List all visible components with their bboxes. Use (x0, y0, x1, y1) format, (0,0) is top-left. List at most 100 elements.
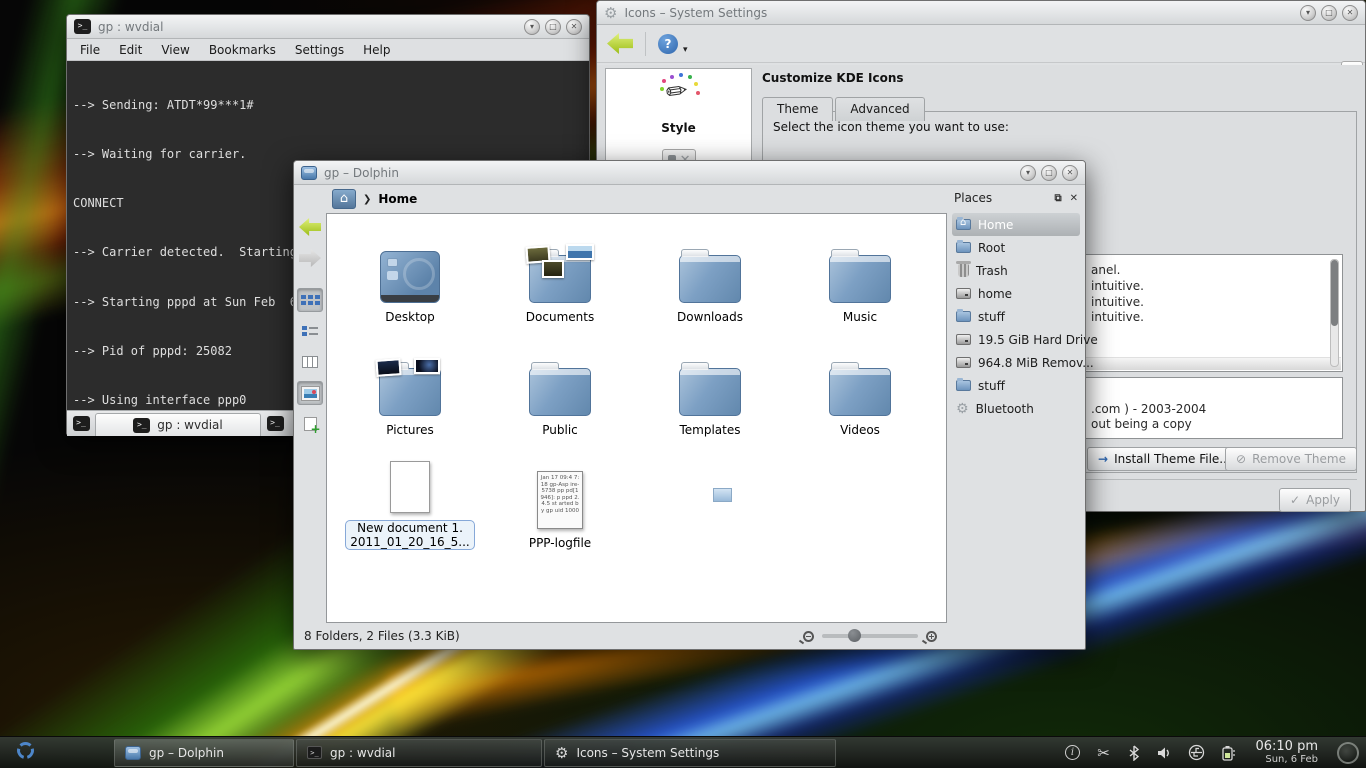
tab-advanced[interactable]: Advanced (835, 97, 924, 121)
split-view-button[interactable] (297, 412, 323, 436)
help-icon[interactable]: ? (658, 34, 678, 54)
theme-list-row[interactable]: anel. (1091, 263, 1121, 277)
file-music[interactable]: Music (785, 222, 935, 328)
folder-icon (829, 368, 891, 416)
folder-home-icon (956, 219, 971, 230)
columns-view-button[interactable] (297, 350, 323, 374)
float-panel-icon[interactable]: ⧉ (1054, 193, 1061, 204)
tab-list-button[interactable]: >_ (261, 411, 289, 436)
file-new-document[interactable]: New document 1. 2011_01_20_16_5... (335, 448, 485, 554)
file-templates[interactable]: Templates (635, 335, 785, 441)
minimize-button[interactable]: ▾ (1020, 165, 1036, 181)
back-arrow-icon[interactable] (607, 33, 633, 54)
file-ppp-logfile[interactable]: Jan 17 09:4 7:18 gp-Asp ire-5738 pp pd[1… (485, 448, 635, 554)
theme-description-line: .com ) - 2003-2004 (1091, 402, 1206, 416)
home-icon[interactable]: ⌂ (332, 189, 356, 209)
file-downloads[interactable]: Downloads (635, 222, 785, 328)
forward-button[interactable] (297, 246, 323, 270)
dolphin-titlebar[interactable]: gp – Dolphin ▾ □ ✕ (294, 161, 1085, 185)
close-button[interactable]: ✕ (1342, 5, 1358, 21)
tab-theme[interactable]: Theme (762, 97, 833, 121)
zoom-slider[interactable] (822, 634, 918, 638)
page-title: Customize KDE Icons (760, 65, 1357, 97)
zoom-slider-handle[interactable] (848, 629, 861, 642)
klipper-scissors-icon[interactable]: ✂ (1094, 744, 1112, 762)
scrollbar-thumb[interactable] (1331, 260, 1338, 326)
place-home[interactable]: Home (952, 213, 1080, 236)
folder-icon (956, 242, 971, 253)
place-root[interactable]: Root (952, 236, 1080, 259)
terminal-tab[interactable]: >_ gp : wvdial (95, 413, 261, 436)
drag-ghost-artifact (713, 488, 732, 502)
close-button[interactable]: ✕ (1062, 165, 1078, 181)
pictures-folder-icon (379, 368, 441, 416)
maximize-button[interactable]: □ (1041, 165, 1057, 181)
task-system-settings[interactable]: ⚙ Icons – System Settings (544, 739, 836, 767)
maximize-button[interactable]: □ (1321, 5, 1337, 21)
back-button[interactable] (297, 215, 323, 239)
clock[interactable]: 06:10 pm Sun, 6 Feb (1249, 740, 1324, 766)
menu-bookmarks[interactable]: Bookmarks (209, 43, 276, 57)
minimize-button[interactable]: ▾ (1300, 5, 1316, 21)
file-videos[interactable]: Videos (785, 335, 935, 441)
hard-drive-icon (956, 334, 971, 345)
install-theme-button[interactable]: → Install Theme File... (1087, 447, 1242, 471)
file-documents[interactable]: Documents (485, 222, 635, 328)
theme-list-row[interactable]: intuitive. (1091, 279, 1144, 293)
terminal-menubar: File Edit View Bookmarks Settings Help (67, 39, 589, 61)
status-bar: 8 Folders, 2 Files (3.3 KiB) (294, 623, 947, 649)
menu-settings[interactable]: Settings (295, 43, 344, 57)
chevron-down-icon[interactable]: ▾ (683, 45, 688, 55)
remove-theme-button[interactable]: ⊘ Remove Theme (1225, 447, 1357, 471)
scrollbar[interactable] (1330, 259, 1339, 367)
minimize-button[interactable]: ▾ (524, 19, 540, 35)
terminal-tab-label: gp : wvdial (157, 418, 222, 432)
place-hard-drive[interactable]: 19.5 GiB Hard Drive (952, 328, 1080, 351)
task-terminal[interactable]: >_ gp : wvdial (296, 739, 542, 767)
trash-icon (958, 264, 969, 277)
breadcrumb-home[interactable]: Home (378, 192, 417, 206)
apply-button[interactable]: ✓ Apply (1279, 488, 1351, 512)
place-home-drive[interactable]: home (952, 282, 1080, 305)
gear-icon: ⚙ (555, 744, 568, 762)
task-dolphin[interactable]: gp – Dolphin (114, 739, 294, 767)
menu-view[interactable]: View (161, 43, 189, 57)
theme-list-row[interactable]: intuitive. (1091, 295, 1144, 309)
battery-icon[interactable] (1218, 744, 1236, 762)
settings-titlebar[interactable]: ⚙ Icons – System Settings ▾ □ ✕ (597, 1, 1365, 25)
menu-file[interactable]: File (80, 43, 100, 57)
usb-device-notifier-icon[interactable] (1187, 744, 1205, 762)
new-tab-button[interactable]: >_ (67, 411, 95, 436)
place-bluetooth[interactable]: ⚙ Bluetooth (952, 397, 1080, 420)
menu-edit[interactable]: Edit (119, 43, 142, 57)
file-desktop[interactable]: Desktop (335, 222, 485, 328)
place-removable[interactable]: 964.8 MiB Remov... (952, 351, 1080, 374)
close-button[interactable]: ✕ (566, 19, 582, 35)
details-view-button[interactable] (297, 319, 323, 343)
place-stuff-2[interactable]: stuff (952, 374, 1080, 397)
hard-drive-icon (956, 288, 971, 299)
theme-list-row[interactable]: intuitive. (1091, 310, 1144, 324)
file-public[interactable]: Public (485, 335, 635, 441)
file-pictures[interactable]: Pictures (335, 335, 485, 441)
info-tray-icon[interactable]: i (1063, 744, 1081, 762)
close-panel-icon[interactable]: ✕ (1070, 193, 1078, 204)
preview-button[interactable] (297, 381, 323, 405)
place-trash[interactable]: Trash (952, 259, 1080, 282)
zoom-out-icon[interactable] (803, 631, 814, 642)
zoom-in-icon[interactable] (926, 631, 937, 642)
place-stuff[interactable]: stuff (952, 305, 1080, 328)
panel-toolbox-icon[interactable] (1337, 742, 1359, 764)
terminal-line: --> Sending: ATDT*99***1# (73, 97, 583, 113)
maximize-button[interactable]: □ (545, 19, 561, 35)
sidebar-item-style[interactable]: ✏ Style (606, 69, 751, 135)
icons-view-button[interactable] (297, 288, 323, 312)
volume-icon[interactable] (1156, 744, 1174, 762)
taskbar: gp – Dolphin >_ gp : wvdial ⚙ Icons – Sy… (0, 736, 1366, 768)
folder-view[interactable]: Desktop Documents Downloads Music (326, 213, 947, 623)
bluetooth-tray-icon[interactable] (1125, 744, 1143, 762)
settings-title: Icons – System Settings (624, 6, 767, 20)
menu-help[interactable]: Help (363, 43, 390, 57)
terminal-titlebar[interactable]: >_ gp : wvdial ▾ □ ✕ (67, 15, 589, 39)
app-launcher-button[interactable] (0, 737, 50, 768)
